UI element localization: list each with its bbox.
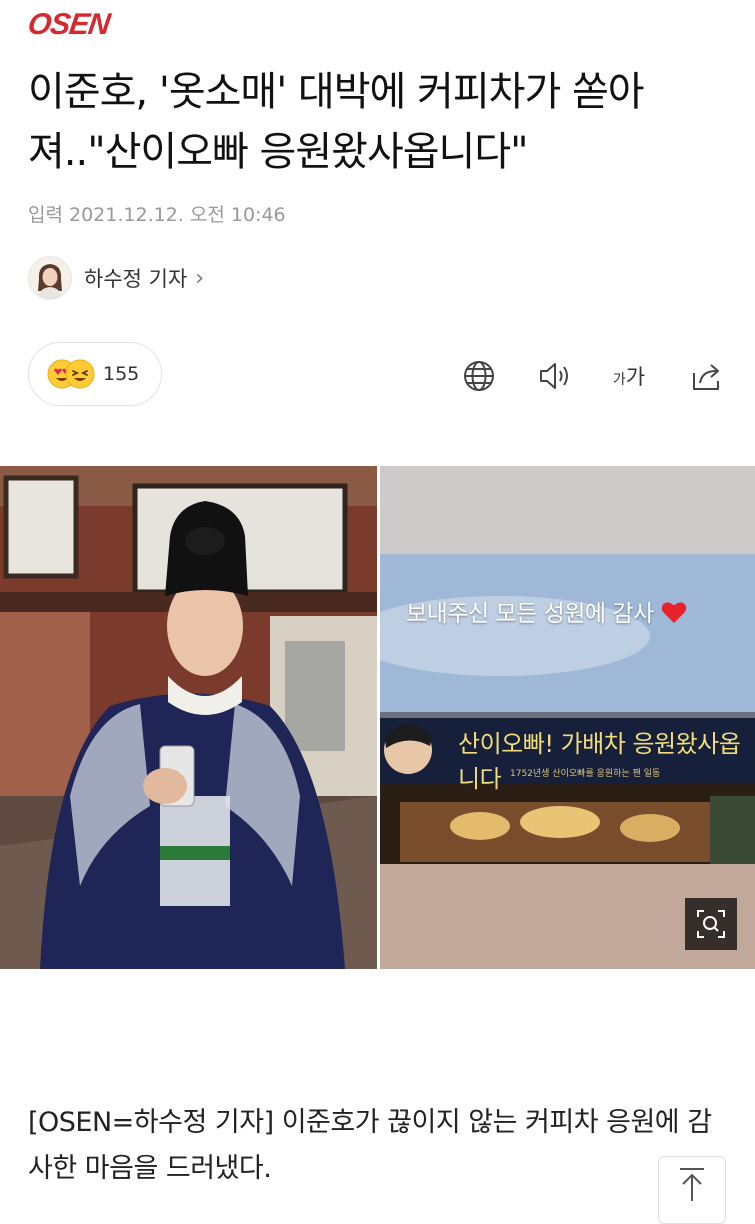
article-dateline: 입력 2021.12.12. 오전 10:46 [28,204,286,226]
globe-icon [464,361,494,391]
arrow-up-icon [680,1168,704,1201]
author-link[interactable]: 하수정 기자 › [28,256,204,300]
font-size-icon: 가가 [612,365,646,389]
share-icon [693,364,719,390]
red-heart-icon [661,602,686,623]
article-photo-actor[interactable] [0,466,377,969]
image-zoom-button[interactable] [685,898,737,950]
translate-button[interactable] [459,356,499,396]
speaker-icon [540,363,568,389]
author-avatar [28,256,72,300]
author-name: 하수정 기자 [84,267,188,291]
share-button[interactable] [687,356,727,396]
truck-banner-text: 산이오빠! 가배차 응원왔사옵니다 [458,730,741,793]
reaction-count: 155 [103,363,140,385]
photo-caption-text: 보내주신 모든 성원에 감사 [406,594,687,628]
truck-banner-subtext: 1752년생 산이오빠를 응원하는 팬 일동 [510,769,661,779]
osen-logo[interactable]: OSEN [26,8,112,42]
zoom-icon [697,910,725,938]
article-photo-coffee-truck[interactable]: 보내주신 모든 성원에 감사 산이오빠! 가배차 응원왔사옵니다 1752년생 … [380,466,755,969]
chevron-right-icon: › [195,265,205,291]
font-size-button[interactable]: 가가 [609,356,649,396]
article-body-text: [OSEN=하수정 기자] 이준호가 끊이지 않는 커피차 응원에 감사한 마음… [28,1107,712,1184]
scroll-to-top-button[interactable] [658,1156,726,1224]
article-headline: 이준호, '옷소매' 대박에 커피차가 쏟아져.."산이오빠 응원왔사옵니다" [28,69,645,175]
laughing-emoji-icon [65,359,95,389]
reaction-summary[interactable]: 155 [28,342,162,406]
read-aloud-button[interactable] [535,356,575,396]
